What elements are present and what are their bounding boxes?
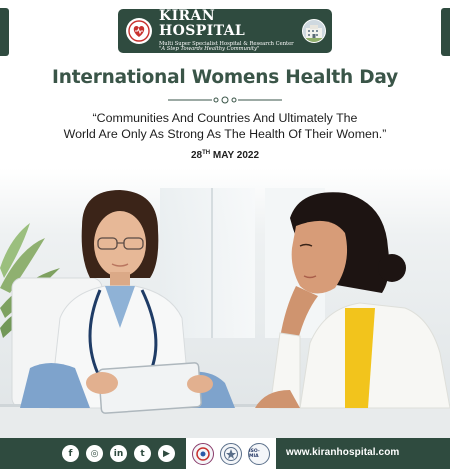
nabh-badge-icon bbox=[192, 442, 214, 465]
mia-badge-label: ISO-MIA bbox=[249, 448, 260, 459]
quote-line-2: World Are Only As Strong As The Health O… bbox=[63, 127, 387, 141]
event-date: 28TH MAY 2022 bbox=[0, 150, 450, 161]
linkedin-icon[interactable]: in bbox=[110, 445, 127, 462]
instagram-icon[interactable]: ◎ bbox=[86, 445, 103, 462]
website-link[interactable]: www.kiranhospital.com bbox=[286, 447, 399, 458]
social-links: f ◎ in t ▶ bbox=[62, 445, 175, 462]
date-month-year: MAY 2022 bbox=[210, 150, 260, 161]
poster: KIRAN HOSPITAL Multi Super Specialist Ho… bbox=[0, 0, 450, 469]
hospital-building-icon bbox=[302, 19, 326, 43]
date-day: 28 bbox=[190, 150, 203, 161]
twitter-icon[interactable]: t bbox=[134, 445, 151, 462]
facebook-icon[interactable]: f bbox=[62, 445, 79, 462]
youtube-icon[interactable]: ▶ bbox=[158, 445, 175, 462]
right-side-tab bbox=[441, 8, 450, 56]
footer-bar: f ◎ in t ▶ ISO-MIA www.kiranhospital.com bbox=[0, 438, 450, 469]
ornament-divider bbox=[168, 96, 282, 104]
brand-tagline: "A Step Towards Healthy Community" bbox=[159, 46, 260, 53]
quote-line-1: “Communities And Countries And Ultimatel… bbox=[92, 111, 358, 125]
quote-text: “Communities And Countries And Ultimatel… bbox=[0, 110, 450, 142]
date-suffix: TH bbox=[202, 150, 211, 156]
page-title: International Womens Health Day bbox=[52, 67, 398, 88]
header-text: KIRAN HOSPITAL Multi Super Specialist Ho… bbox=[159, 7, 302, 53]
brand-name: KIRAN HOSPITAL bbox=[159, 7, 246, 40]
iso-seal-icon bbox=[220, 442, 242, 465]
doctor-patient-illustration bbox=[0, 168, 450, 438]
mia-badge-icon: ISO-MIA bbox=[248, 442, 270, 465]
kiran-heart-logo-icon bbox=[126, 18, 152, 44]
left-side-tab bbox=[0, 8, 9, 56]
accreditation-strip: ISO-MIA bbox=[186, 438, 276, 469]
header-card: KIRAN HOSPITAL Multi Super Specialist Ho… bbox=[118, 7, 332, 53]
